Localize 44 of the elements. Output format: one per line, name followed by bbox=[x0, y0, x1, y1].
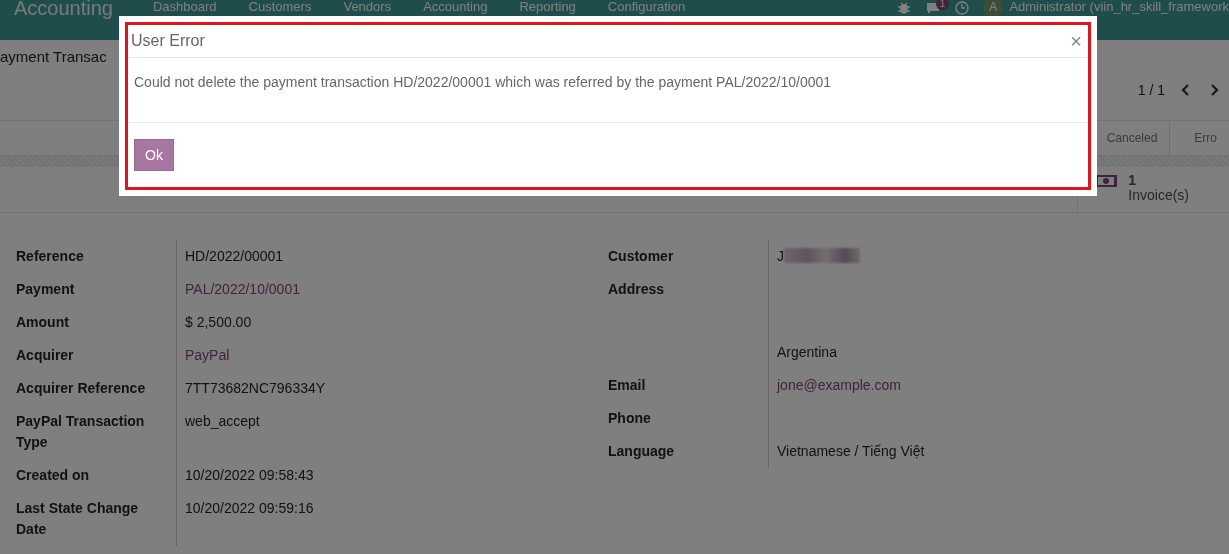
menu-item[interactable]: Vendors bbox=[327, 0, 408, 13]
field-label: Acquirer Reference bbox=[16, 379, 147, 398]
field-value: J bbox=[777, 248, 784, 264]
chat-icon[interactable] bbox=[925, 1, 942, 15]
field-value: Argentina bbox=[777, 343, 838, 362]
field-link[interactable]: PAL/2022/10/0001 bbox=[185, 281, 300, 297]
menu-item[interactable]: Configuration bbox=[591, 0, 702, 13]
menu-item[interactable]: Customers bbox=[232, 0, 328, 13]
menu-item[interactable]: Dashboard bbox=[136, 0, 233, 13]
menu-item[interactable]: Accounting bbox=[407, 0, 504, 13]
field-label: Email bbox=[608, 376, 647, 395]
field-label: Language bbox=[608, 442, 676, 461]
field-value: web_accept bbox=[185, 413, 260, 429]
field-label: Reference bbox=[16, 247, 85, 266]
dialog-title: User Error bbox=[131, 32, 205, 51]
field-value: HD/2022/00001 bbox=[185, 248, 284, 264]
field-label: Acquirer bbox=[16, 346, 75, 365]
pager-value: 1 / 1 bbox=[1137, 82, 1165, 98]
field-label: Phone bbox=[608, 409, 652, 428]
field-label: Address bbox=[608, 280, 666, 299]
field-value: 10/20/2022 09:59:16 bbox=[185, 500, 314, 516]
error-message: Could not delete the payment transaction HD/2022/00001 which was referred by the payment PAL/2022/10/0001 bbox=[134, 74, 832, 91]
field-value: Vietnamese / Tiếng Việt bbox=[777, 443, 925, 459]
field-value: 10/20/2022 09:58:43 bbox=[185, 467, 314, 483]
field-label: Amount bbox=[16, 313, 70, 332]
field-label: Created on bbox=[16, 466, 91, 485]
ok-button[interactable]: Ok bbox=[134, 139, 174, 171]
breadcrumb[interactable]: ayment Transac bbox=[0, 48, 107, 65]
user-name[interactable]: Administrator (viin_hr_skill_framework bbox=[1009, 0, 1229, 17]
close-button[interactable]: × bbox=[1070, 31, 1082, 52]
menu-item[interactable]: Reporting bbox=[503, 0, 592, 13]
field-label: Last State Change Date bbox=[16, 499, 140, 539]
field-link[interactable]: jone@example.com bbox=[777, 377, 901, 393]
field-value: $ 2,500.00 bbox=[185, 314, 252, 330]
status-step[interactable]: Erro bbox=[1169, 121, 1229, 155]
field-label: Customer bbox=[608, 247, 675, 266]
bug-icon[interactable] bbox=[897, 1, 912, 15]
field-link[interactable]: PayPal bbox=[185, 347, 230, 363]
field-label: Payment bbox=[16, 280, 76, 299]
message-count: 1 bbox=[935, 0, 950, 10]
clock-icon[interactable] bbox=[955, 1, 970, 15]
field-value: 7TT73682NC796334Y bbox=[185, 380, 326, 396]
app-name[interactable]: Accounting bbox=[0, 0, 113, 18]
field-label: PayPal Transaction Type bbox=[16, 412, 146, 452]
